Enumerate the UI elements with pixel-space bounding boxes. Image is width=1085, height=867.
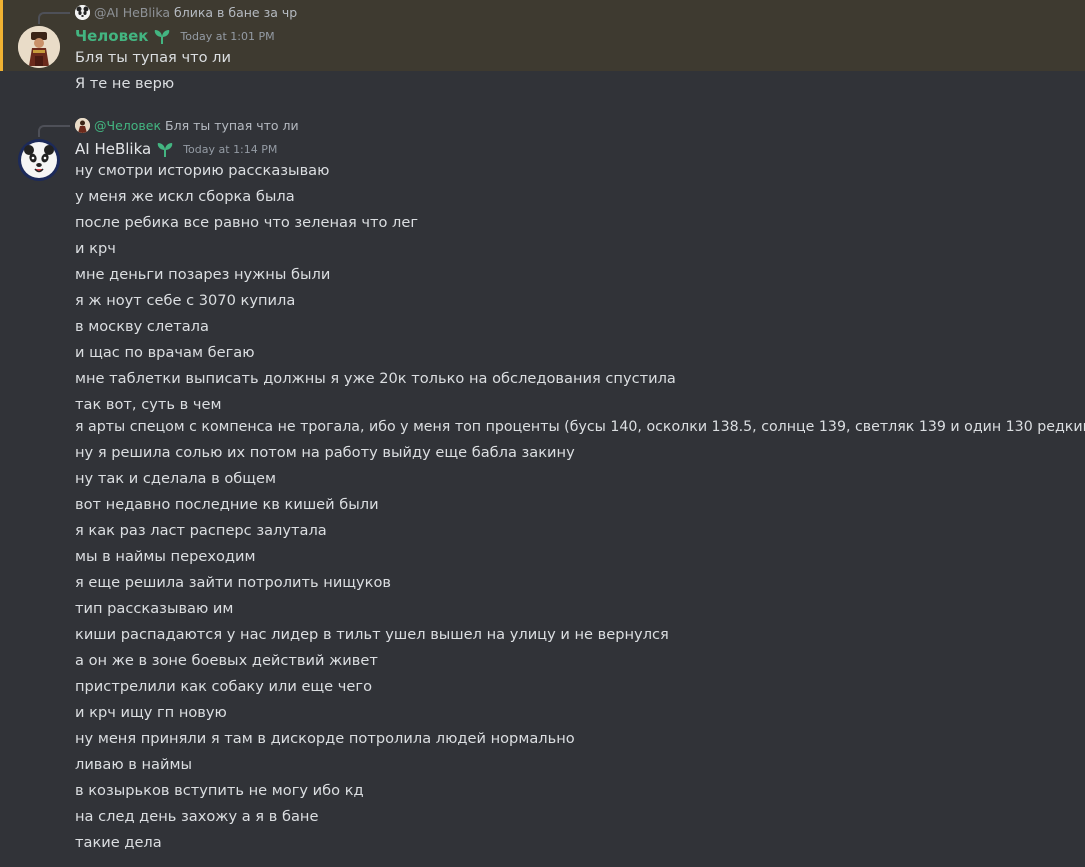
reply-author[interactable]: @Человек — [94, 118, 161, 133]
message-line: тип рассказываю им — [75, 600, 234, 617]
message-line: мне деньги позарез нужны были — [75, 266, 331, 283]
message-line: мне таблетки выписать должны я уже 20к т… — [75, 370, 676, 387]
message-line: я как раз ласт расперс залутала — [75, 522, 327, 539]
message-line: у меня же искл сборка была — [75, 188, 295, 205]
message-line: и щас по врачам бегаю — [75, 344, 255, 361]
message-line: так вот, суть в чем — [75, 396, 222, 413]
message-line: пристрелили как собаку или еще чего — [75, 678, 372, 695]
reply-connector — [38, 125, 70, 137]
message-line: ну меня приняли я там в дискорде потроли… — [75, 730, 575, 747]
message-line: в козырьков вступить не могу ибо кд — [75, 782, 364, 799]
reply-author[interactable]: @AI HeBlika — [94, 5, 170, 20]
message-line: и крч ищу гп новую — [75, 704, 227, 721]
user-avatar[interactable] — [18, 26, 60, 68]
message-line: я арты спецом с компенса не трогала, ибо… — [75, 419, 1085, 435]
message-line: ливаю в наймы — [75, 756, 193, 773]
timestamp[interactable]: Today at 1:14 PM — [183, 143, 277, 156]
reply-content[interactable]: Бля ты тупая что ли — [165, 118, 299, 133]
message-line: и крч — [75, 240, 116, 257]
message-group-mention: @AI HeBlika блика в бане за чр Человек T… — [0, 0, 1085, 71]
message-line: Бля ты тупая что ли — [75, 49, 231, 66]
message-line: мы в наймы переходим — [75, 548, 256, 565]
message-line: в москву слетала — [75, 318, 209, 335]
message-line: на след день захожу а я в бане — [75, 808, 319, 825]
message-header: AI HeBlika Today at 1:14 PM — [75, 138, 277, 160]
reply-preview[interactable]: @Человек Бля ты тупая что ли — [75, 116, 299, 134]
reply-avatar-robed — [75, 117, 90, 133]
message-header: Человек Today at 1:01 PM — [75, 25, 275, 47]
sprout-icon[interactable] — [152, 27, 172, 45]
sprout-icon[interactable] — [155, 140, 175, 158]
message-line: ну я решила солью их потом на работу вый… — [75, 444, 575, 461]
reply-connector — [38, 12, 70, 24]
message-line: после ребика все равно что зеленая что л… — [75, 214, 419, 231]
user-avatar[interactable] — [18, 139, 60, 181]
reply-content[interactable]: блика в бане за чр — [174, 5, 297, 20]
message-line: киши распадаются у нас лидер в тильт уше… — [75, 626, 669, 643]
message-line: такие дела — [75, 834, 162, 851]
message-line: ну смотри историю рассказываю — [75, 162, 330, 179]
reply-avatar-panda — [75, 4, 90, 20]
username[interactable]: Человек — [75, 27, 148, 45]
timestamp[interactable]: Today at 1:01 PM — [180, 30, 274, 43]
username[interactable]: AI HeBlika — [75, 140, 151, 158]
message-line: я ж ноут себе с 3070 купила — [75, 292, 296, 309]
message-line: а он же в зоне боевых действий живет — [75, 652, 378, 669]
message-line: вот недавно последние кв кишей были — [75, 496, 379, 513]
reply-preview[interactable]: @AI HeBlika блика в бане за чр — [75, 3, 297, 21]
message-line: ну так и сделала в общем — [75, 470, 277, 487]
message-line: я еще решила зайти потролить нищуков — [75, 574, 392, 591]
message-line: Я те не верю — [75, 75, 175, 92]
